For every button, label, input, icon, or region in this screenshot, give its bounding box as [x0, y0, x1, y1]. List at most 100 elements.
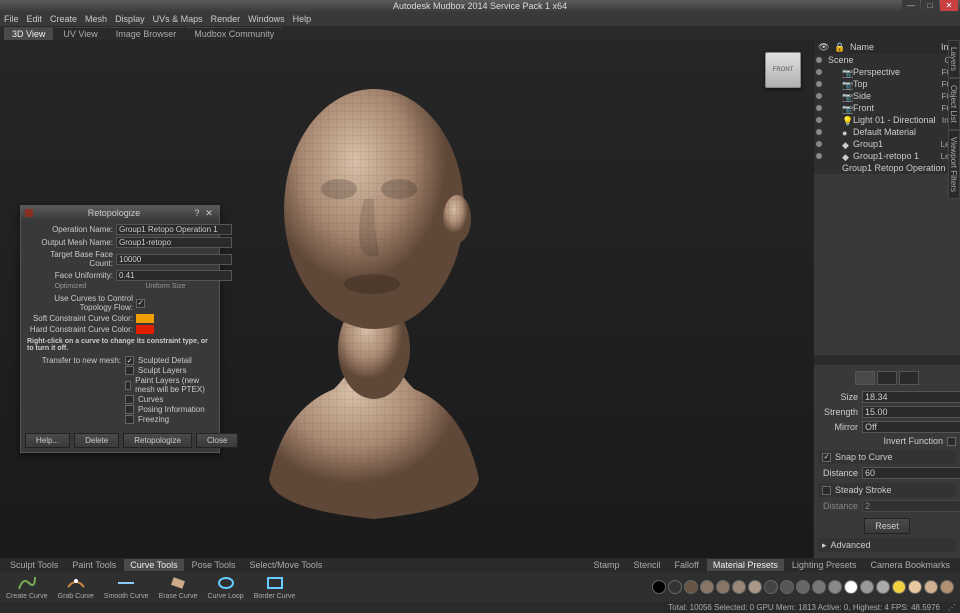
shelf-pose[interactable]: Pose Tools [186, 559, 242, 571]
mirror-select[interactable] [862, 421, 960, 433]
sidetab-layers[interactable]: Layers [948, 40, 960, 78]
shelf-camera[interactable]: Camera Bookmarks [864, 559, 956, 571]
menu-create[interactable]: Create [50, 14, 77, 24]
close-dialog-button[interactable]: Close [196, 433, 238, 448]
tab-3d-view[interactable]: 3D View [4, 27, 53, 40]
prop-tab-1[interactable] [855, 371, 875, 385]
material-swatch[interactable] [684, 580, 698, 594]
tree-row: 📷TopFOV [814, 78, 960, 90]
menu-file[interactable]: File [4, 14, 19, 24]
material-swatch[interactable] [908, 580, 922, 594]
hard-color-swatch[interactable] [136, 325, 154, 334]
soft-color-swatch[interactable] [136, 314, 154, 323]
sidetab-objectlist[interactable]: Object List [948, 78, 960, 130]
curves-checkbox[interactable] [125, 395, 134, 404]
dialog-help-icon[interactable]: ? [191, 208, 203, 218]
menu-mesh[interactable]: Mesh [85, 14, 107, 24]
maximize-button[interactable]: □ [921, 0, 939, 11]
sculpted-detail-checkbox[interactable]: ✓ [125, 356, 134, 365]
tool-grab-curve[interactable]: Grab Curve [58, 574, 94, 600]
material-swatch[interactable] [892, 580, 906, 594]
material-swatch[interactable] [844, 580, 858, 594]
menu-display[interactable]: Display [115, 14, 145, 24]
tool-tray: Create Curve Grab Curve Smooth Curve Era… [0, 572, 960, 602]
sidetab-viewportfilters[interactable]: Viewport Filters [948, 130, 960, 199]
uniformity-input[interactable] [116, 270, 232, 281]
material-swatch[interactable] [924, 580, 938, 594]
size-input[interactable] [862, 391, 960, 403]
shelf-paint[interactable]: Paint Tools [66, 559, 122, 571]
border-curve-icon [265, 574, 285, 592]
steady-section[interactable]: Steady Stroke [818, 483, 956, 497]
menu-edit[interactable]: Edit [27, 14, 43, 24]
delete-button[interactable]: Delete [74, 433, 119, 448]
minimize-button[interactable]: — [902, 0, 920, 11]
tab-mudbox-community[interactable]: Mudbox Community [186, 27, 282, 40]
material-swatch[interactable] [876, 580, 890, 594]
advanced-toggle[interactable]: ▸Advanced [818, 538, 956, 552]
material-swatch[interactable] [780, 580, 794, 594]
tab-uv-view[interactable]: UV View [55, 27, 105, 40]
brush-properties: Size Strength Mirror Invert Function ✓Sn… [814, 365, 960, 558]
prop-tab-2[interactable] [877, 371, 897, 385]
material-swatch[interactable] [732, 580, 746, 594]
posing-checkbox[interactable] [125, 405, 134, 414]
close-button[interactable]: ✕ [940, 0, 958, 11]
shelf-select[interactable]: Select/Move Tools [243, 559, 328, 571]
menu-windows[interactable]: Windows [248, 14, 285, 24]
material-swatch[interactable] [812, 580, 826, 594]
material-swatch[interactable] [700, 580, 714, 594]
retopologize-button[interactable]: Retopologize [123, 433, 192, 448]
shelf-stamp[interactable]: Stamp [588, 559, 626, 571]
material-swatch[interactable] [652, 580, 666, 594]
material-swatch[interactable] [764, 580, 778, 594]
shelf-sculpt[interactable]: Sculpt Tools [4, 559, 64, 571]
steady-checkbox[interactable] [822, 486, 831, 495]
help-button[interactable]: Help... [25, 433, 70, 448]
material-swatch[interactable] [796, 580, 810, 594]
material-swatch[interactable] [716, 580, 730, 594]
tool-border-curve[interactable]: Border Curve [254, 574, 296, 600]
tool-curve-loop[interactable]: Curve Loop [207, 574, 243, 600]
shelf-lighting[interactable]: Lighting Presets [786, 559, 863, 571]
tree-row: 📷SideFOV [814, 90, 960, 102]
menu-render[interactable]: Render [211, 14, 241, 24]
invert-label: Invert Function [818, 436, 943, 446]
distance-input[interactable] [862, 467, 960, 479]
shelf-falloff[interactable]: Falloff [669, 559, 705, 571]
menu-uvs[interactable]: UVs & Maps [153, 14, 203, 24]
tool-erase-curve[interactable]: Erase Curve [159, 574, 198, 600]
face-count-input[interactable] [116, 254, 232, 265]
tree-scrollbar[interactable] [814, 355, 960, 365]
viewcube[interactable]: FRONT [765, 52, 801, 88]
snap-section[interactable]: ✓Snap to Curve [818, 450, 956, 464]
use-curves-checkbox[interactable]: ✓ [136, 299, 145, 308]
dialog-close-icon[interactable]: ✕ [203, 208, 215, 219]
material-swatch[interactable] [748, 580, 762, 594]
dialog-note: Right-click on a curve to change its con… [25, 338, 215, 352]
tool-create-curve[interactable]: Create Curve [6, 574, 48, 600]
dialog-titlebar[interactable]: Retopologize ? ✕ [21, 206, 219, 220]
tool-smooth-curve[interactable]: Smooth Curve [104, 574, 149, 600]
material-swatch[interactable] [940, 580, 954, 594]
strength-input[interactable] [862, 406, 960, 418]
scene-tree[interactable]: SceneGer 📷PerspectiveFOV 📷TopFOV 📷SideFO… [814, 54, 960, 174]
material-swatch[interactable] [860, 580, 874, 594]
invert-checkbox[interactable] [947, 437, 956, 446]
shelf-material[interactable]: Material Presets [707, 559, 784, 571]
output-mesh-name-input[interactable] [116, 237, 232, 248]
snap-checkbox[interactable]: ✓ [822, 453, 831, 462]
material-swatch[interactable] [668, 580, 682, 594]
material-swatch[interactable] [828, 580, 842, 594]
prop-tab-3[interactable] [899, 371, 919, 385]
tab-image-browser[interactable]: Image Browser [108, 27, 185, 40]
shelf-curve[interactable]: Curve Tools [124, 559, 183, 571]
operation-name-input[interactable] [116, 224, 232, 235]
shelf-stencil[interactable]: Stencil [628, 559, 667, 571]
tree-row: SceneGer [814, 54, 960, 66]
reset-button[interactable]: Reset [864, 518, 910, 534]
menu-help[interactable]: Help [293, 14, 312, 24]
freezing-checkbox[interactable] [125, 415, 134, 424]
sculpt-layers-checkbox[interactable] [125, 366, 134, 375]
paint-layers-checkbox[interactable] [125, 381, 131, 390]
